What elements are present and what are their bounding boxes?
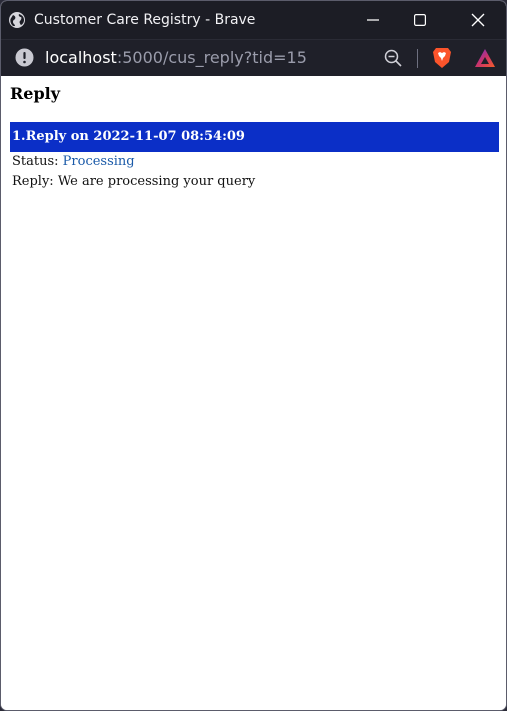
status-label: Status:	[12, 154, 63, 169]
brave-shields-icon[interactable]	[432, 47, 452, 69]
minimize-button[interactable]	[350, 1, 396, 39]
reply-header: 1.Reply on 2022-11-07 08:54:09	[10, 122, 499, 152]
address-divider	[417, 49, 418, 68]
url-host: localhost	[45, 48, 117, 67]
url-path: :5000/cus_reply?tid=15	[116, 48, 307, 67]
reply-item: 1.Reply on 2022-11-07 08:54:09 Status: P…	[10, 122, 499, 192]
status-value: Processing	[62, 154, 135, 169]
zoom-out-icon[interactable]	[384, 49, 402, 67]
reply-status-line: Status: Processing	[10, 152, 499, 172]
page-title: Reply	[10, 84, 61, 103]
globe-icon	[8, 11, 26, 29]
browser-window: Customer Care Registry - Brave localhost…	[0, 0, 507, 711]
maximize-button[interactable]	[397, 1, 443, 39]
page-content: Reply 1.Reply on 2022-11-07 08:54:09 Sta…	[1, 76, 506, 710]
close-button[interactable]	[455, 1, 501, 39]
brave-rewards-icon[interactable]	[474, 48, 496, 68]
minimize-icon	[367, 19, 379, 21]
close-icon	[471, 13, 485, 27]
reply-label: Reply:	[12, 174, 58, 189]
window-title: Customer Care Registry - Brave	[34, 12, 256, 28]
address-bar[interactable]: localhost:5000/cus_reply?tid=15	[1, 39, 506, 76]
maximize-icon	[414, 14, 426, 26]
reply-text: We are processing your query	[57, 174, 256, 189]
site-info-icon[interactable]	[15, 48, 34, 67]
reply-text-line: Reply: We are processing your query	[10, 172, 499, 192]
url-text[interactable]: localhost:5000/cus_reply?tid=15	[45, 40, 307, 76]
title-bar[interactable]: Customer Care Registry - Brave	[1, 1, 506, 39]
